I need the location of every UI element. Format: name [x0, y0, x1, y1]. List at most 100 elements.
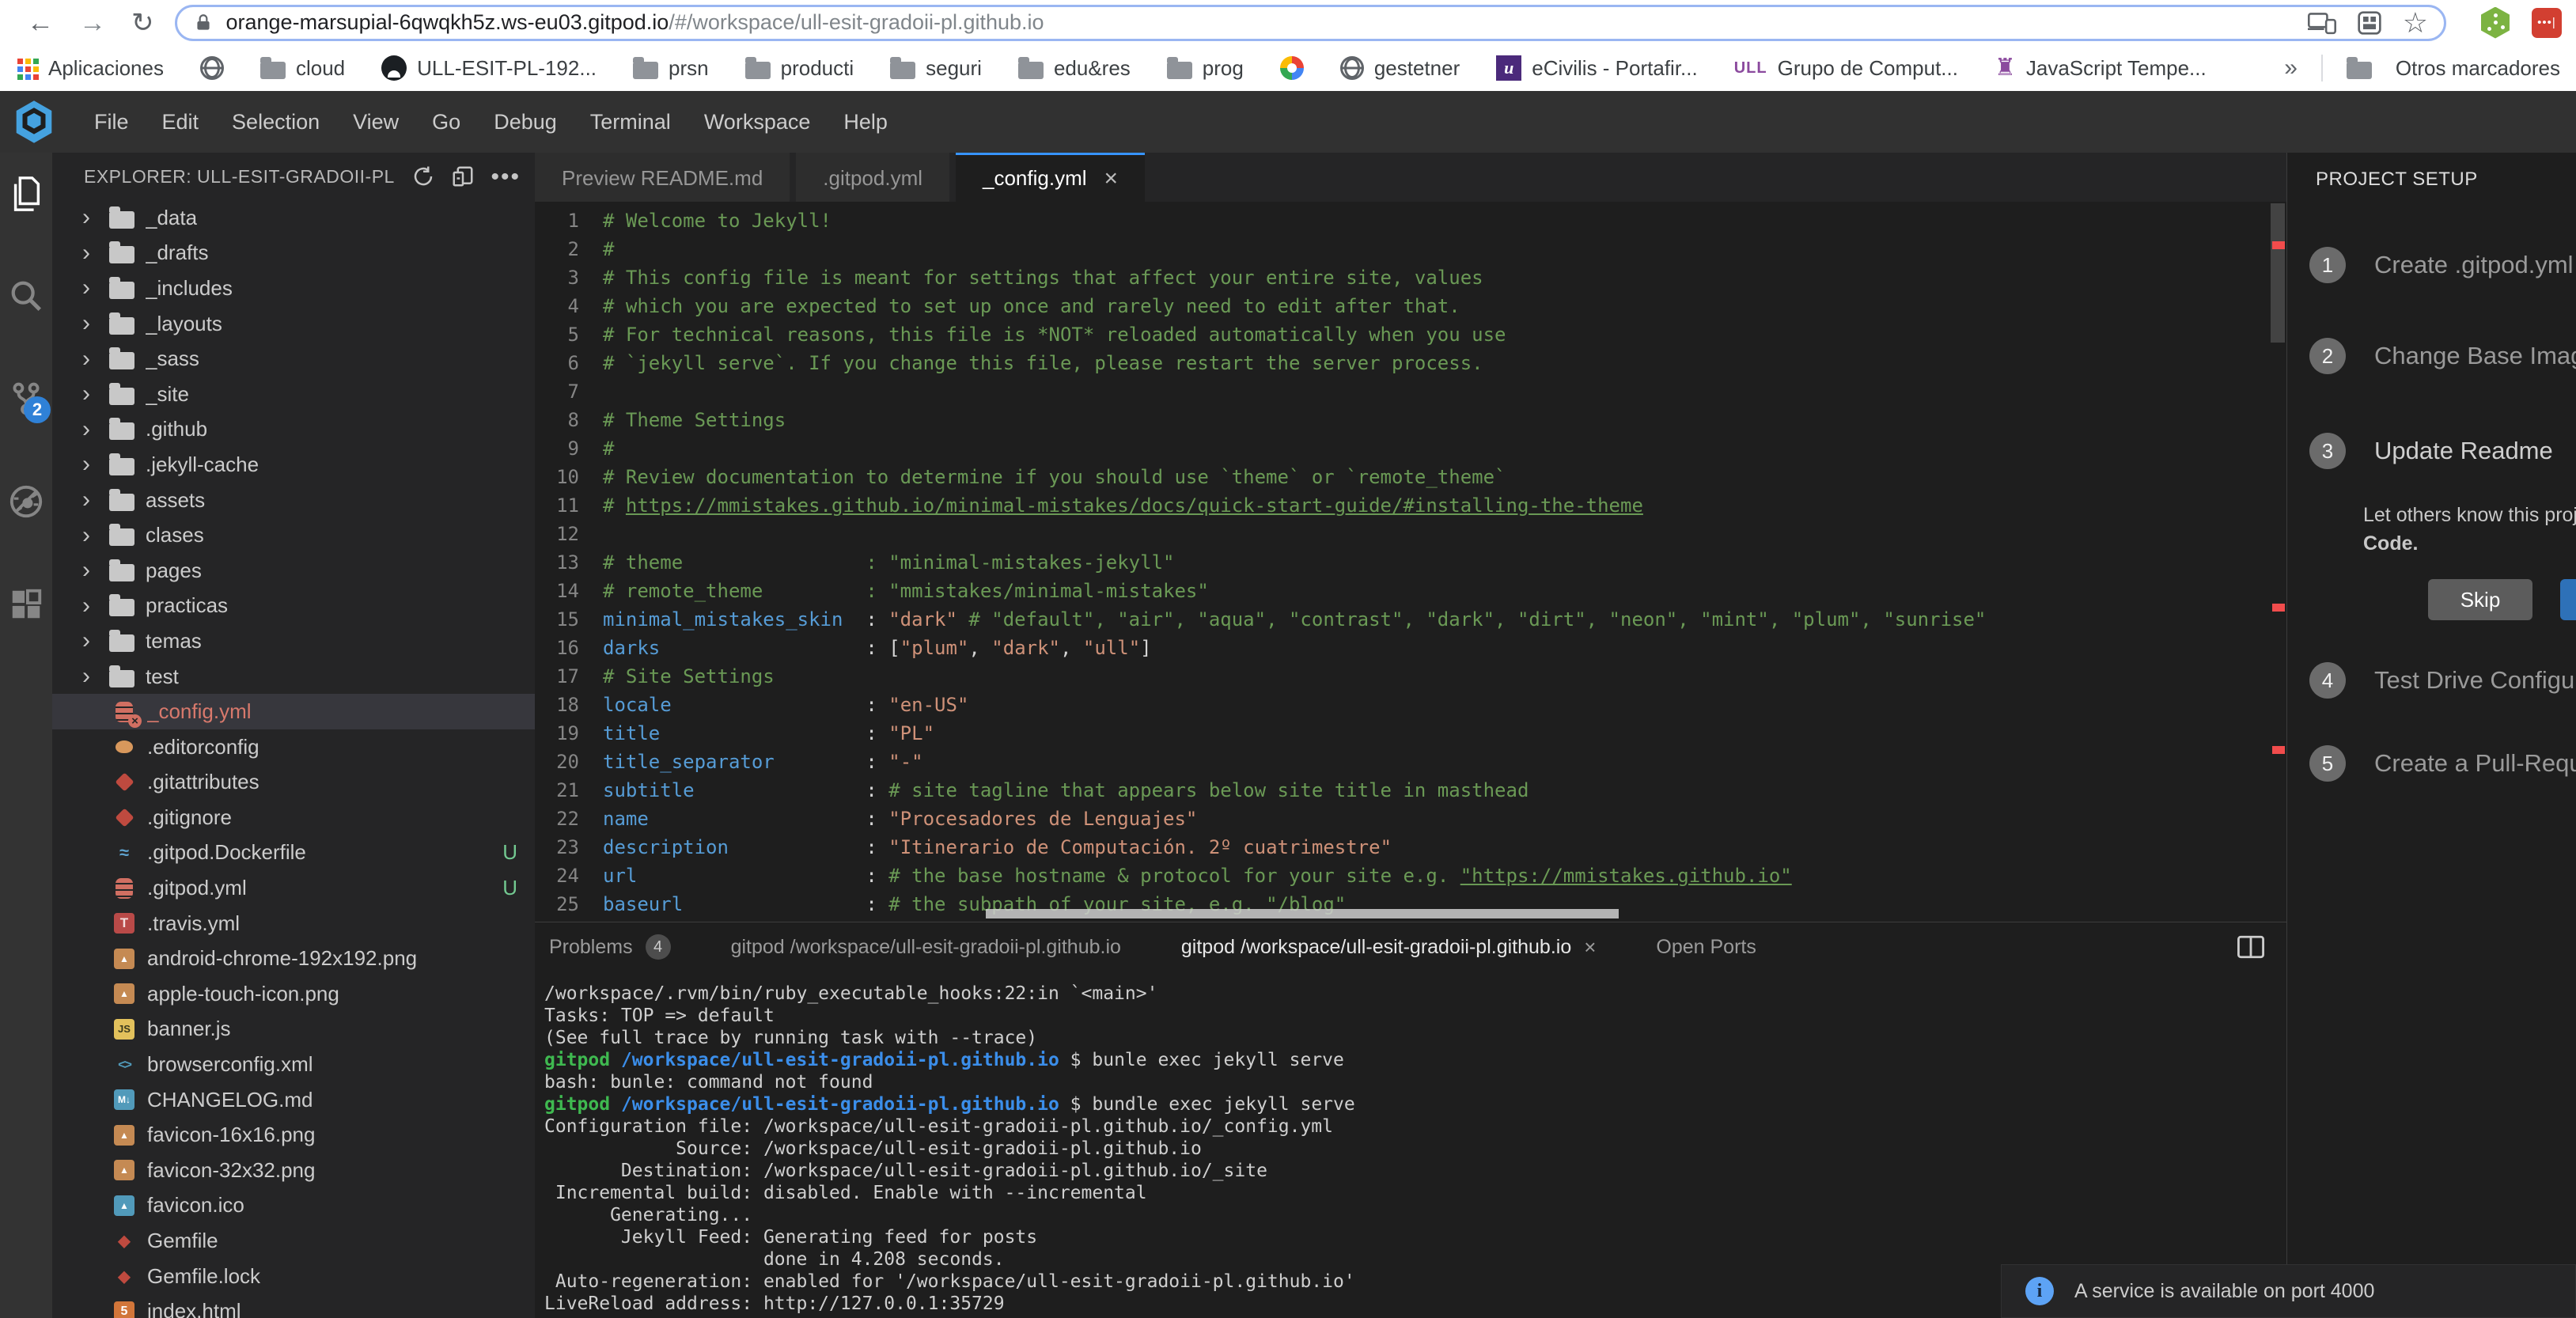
- panel-tab-3[interactable]: gitpod /workspace/ull-esit-gradoii-pl.gi…: [1181, 935, 1597, 960]
- editor-hscrollbar-thumb[interactable]: [986, 909, 1619, 918]
- refresh-icon[interactable]: [411, 165, 435, 188]
- menu-item-go[interactable]: Go: [415, 110, 477, 134]
- tree-file-.gitignore[interactable]: .gitignore: [52, 800, 535, 835]
- editor-tab-_config.yml[interactable]: _config.yml ×: [956, 153, 1146, 202]
- extensions-activity-icon[interactable]: [8, 586, 44, 689]
- tree-folder-.jekyll-cache[interactable]: › .jekyll-cache: [52, 447, 535, 483]
- setup-step-4[interactable]: 4 Test Drive Configurat: [2309, 662, 2576, 699]
- bookmark-item[interactable]: [1279, 56, 1304, 80]
- tree-file-favicon-32x32.png[interactable]: ▲ favicon-32x32.png: [52, 1153, 535, 1188]
- setup-step-2[interactable]: 2 Change Base Image: [2309, 338, 2576, 374]
- panel-tab-1[interactable]: Problems 4: [549, 934, 671, 960]
- panel-tab-2[interactable]: gitpod /workspace/ull-esit-gradoii-pl.gi…: [731, 936, 1121, 959]
- source-control-activity-icon[interactable]: 2: [8, 381, 51, 483]
- tree-folder-pages[interactable]: › pages: [52, 553, 535, 589]
- reload-icon[interactable]: ↻: [131, 9, 154, 36]
- other-bookmarks-label[interactable]: Otros marcadores: [2396, 56, 2560, 81]
- menu-item-terminal[interactable]: Terminal: [574, 110, 688, 134]
- tree-folder-practicas[interactable]: › practicas: [52, 589, 535, 624]
- tree-folder-_layouts[interactable]: › _layouts: [52, 306, 535, 342]
- menu-item-selection[interactable]: Selection: [215, 110, 336, 134]
- tree-file-Gemfile.lock[interactable]: ◆ Gemfile.lock: [52, 1259, 535, 1294]
- setup-step-5[interactable]: 5 Create a Pull-Reques: [2309, 745, 2576, 782]
- tab-grid-icon[interactable]: [2357, 10, 2382, 36]
- menu-item-file[interactable]: File: [78, 110, 146, 134]
- tree-folder-temas[interactable]: › temas: [52, 623, 535, 659]
- bookmark-item[interactable]: ULL Grupo de Comput...: [1734, 56, 1958, 81]
- back-icon[interactable]: ←: [27, 9, 54, 36]
- tree-file-_config.yml[interactable]: _config.yml: [52, 694, 535, 729]
- extension-green-icon[interactable]: [2481, 6, 2510, 39]
- bookmarks-overflow-icon[interactable]: »: [2284, 55, 2298, 81]
- code-token: :: [660, 722, 889, 744]
- tree-folder-_drafts[interactable]: › _drafts: [52, 236, 535, 271]
- bookmark-item[interactable]: prog: [1166, 56, 1244, 81]
- tree-file-.gitpod.Dockerfile[interactable]: ≈ .gitpod.Dockerfile U: [52, 835, 535, 871]
- tree-file-apple-touch-icon.png[interactable]: ▲ apple-touch-icon.png: [52, 976, 535, 1012]
- bookmark-item[interactable]: edu&res: [1017, 56, 1131, 81]
- password-manager-icon[interactable]: •••|: [2532, 7, 2562, 38]
- code-editor[interactable]: 1 # Welcome to Jekyll! 2 #3 # This config fi…: [535, 202, 2286, 922]
- bookmark-item[interactable]: seguri: [890, 56, 982, 81]
- update-button[interactable]: U: [2560, 579, 2576, 620]
- menu-item-help[interactable]: Help: [827, 110, 904, 134]
- debug-activity-icon[interactable]: [8, 483, 44, 586]
- tree-folder-.github[interactable]: › .github: [52, 412, 535, 448]
- menu-item-debug[interactable]: Debug: [477, 110, 574, 134]
- tree-file-.travis.yml[interactable]: T .travis.yml: [52, 906, 535, 941]
- tree-folder-_site[interactable]: › _site: [52, 377, 535, 412]
- bookmark-star-icon[interactable]: ☆: [2403, 6, 2428, 40]
- tree-file-CHANGELOG.md[interactable]: M↓ CHANGELOG.md: [52, 1082, 535, 1118]
- code-token: :: [694, 779, 889, 801]
- menu-item-edit[interactable]: Edit: [146, 110, 216, 134]
- tree-folder-_data[interactable]: › _data: [52, 200, 535, 236]
- tree-folder-_sass[interactable]: › _sass: [52, 341, 535, 377]
- send-to-device-icon[interactable]: [2307, 11, 2336, 35]
- tree-file-.editorconfig[interactable]: .editorconfig: [52, 729, 535, 765]
- tree-folder-test[interactable]: › test: [52, 659, 535, 695]
- bookmark-item[interactable]: gestetner: [1339, 56, 1460, 81]
- file-name: _config.yml: [147, 699, 252, 724]
- tree-file-.gitattributes[interactable]: .gitattributes: [52, 765, 535, 801]
- tree-file-banner.js[interactable]: JS banner.js: [52, 1012, 535, 1047]
- bookmark-item[interactable]: producti: [744, 56, 854, 81]
- editor-tab-.gitpod.yml[interactable]: .gitpod.yml: [796, 153, 950, 202]
- menu-item-workspace[interactable]: Workspace: [688, 110, 828, 134]
- close-icon[interactable]: ×: [1104, 165, 1119, 192]
- panel-tab-4[interactable]: Open Ports: [1656, 936, 1756, 959]
- bookmark-item[interactable]: ♜ JavaScript Tempe...: [1995, 56, 2207, 81]
- tree-file-.gitpod.yml[interactable]: .gitpod.yml U: [52, 870, 535, 906]
- setup-desc-line2: Code.: [2363, 532, 2419, 555]
- tree-folder-_includes[interactable]: › _includes: [52, 271, 535, 306]
- editor-tab-Preview README.md[interactable]: Preview README.md: [535, 153, 790, 202]
- tree-folder-assets[interactable]: › assets: [52, 483, 535, 518]
- editor-scrollbar-thumb[interactable]: [2271, 203, 2285, 343]
- close-icon[interactable]: ×: [1584, 935, 1596, 960]
- tree-file-browserconfig.xml[interactable]: <> browserconfig.xml: [52, 1047, 535, 1082]
- bookmark-item[interactable]: Aplicaciones: [16, 56, 164, 81]
- bookmark-item[interactable]: [199, 56, 224, 80]
- forward-icon[interactable]: →: [79, 9, 106, 36]
- bookmark-item[interactable]: prsn: [633, 56, 709, 81]
- split-panel-icon[interactable]: [2237, 935, 2264, 959]
- bookmark-item[interactable]: ULL-ESIT-PL-192...: [381, 55, 597, 81]
- skip-button[interactable]: Skip: [2428, 579, 2532, 620]
- tree-file-Gemfile[interactable]: ◆ Gemfile: [52, 1223, 535, 1259]
- collapse-folders-icon[interactable]: [451, 165, 475, 188]
- notification-toast[interactable]: i A service is available on port 4000: [2001, 1264, 2576, 1318]
- tree-file-android-chrome-192x192.png[interactable]: ▲ android-chrome-192x192.png: [52, 941, 535, 976]
- tree-file-favicon-16x16.png[interactable]: ▲ favicon-16x16.png: [52, 1117, 535, 1153]
- more-actions-icon[interactable]: •••: [491, 165, 521, 188]
- tree-file-favicon.ico[interactable]: ▲ favicon.ico: [52, 1188, 535, 1224]
- menu-item-view[interactable]: View: [336, 110, 415, 134]
- url-bar[interactable]: orange-marsupial-6qwqkh5z.ws-eu03.gitpod…: [174, 4, 2446, 41]
- setup-step-1[interactable]: 1 Create .gitpod.yml: [2309, 247, 2574, 283]
- search-activity-icon[interactable]: [8, 278, 44, 381]
- file-name: test: [146, 664, 179, 688]
- bookmark-item[interactable]: u eCivilis - Portafir...: [1496, 55, 1698, 81]
- explorer-activity-icon[interactable]: [8, 175, 44, 278]
- bookmark-item[interactable]: cloud: [259, 56, 345, 81]
- tree-folder-clases[interactable]: › clases: [52, 517, 535, 553]
- tree-file-index.html[interactable]: 5 index.html: [52, 1293, 535, 1318]
- setup-step-3[interactable]: 3 Update Readme: [2309, 433, 2553, 469]
